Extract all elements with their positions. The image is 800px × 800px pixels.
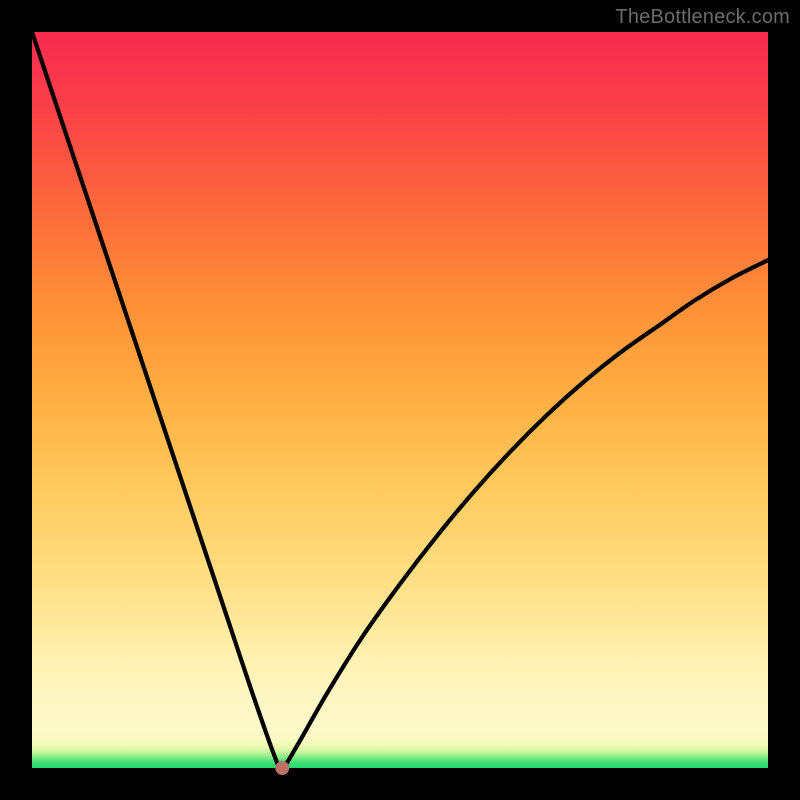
minimum-marker (275, 761, 289, 775)
watermark-text: TheBottleneck.com (615, 6, 790, 29)
bottleneck-curve (32, 32, 768, 769)
curve-layer (32, 32, 768, 768)
plot-area (32, 32, 768, 768)
chart-frame: TheBottleneck.com (0, 0, 800, 800)
